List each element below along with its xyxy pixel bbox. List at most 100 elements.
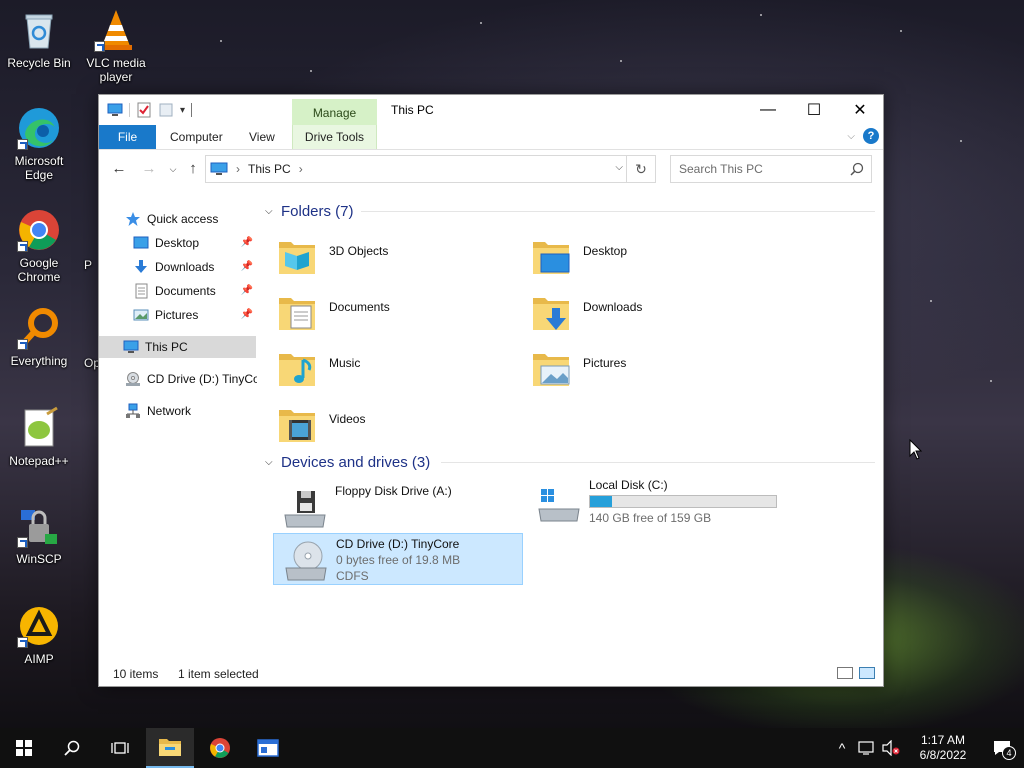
folder-tile-documents[interactable]: Documents	[265, 287, 515, 337]
breadcrumb-separator[interactable]: ›	[299, 162, 303, 176]
properties-icon[interactable]	[136, 102, 152, 118]
drive-tile-local-disk[interactable]: Local Disk (C:) 140 GB free of 159 GB	[527, 473, 777, 527]
desktop-icon-vlc[interactable]: VLC media player	[78, 8, 154, 84]
breadcrumb-this-pc[interactable]: This PC	[248, 162, 291, 176]
folder-tile-desktop[interactable]: Desktop	[519, 231, 769, 281]
search-input[interactable]: Search This PC	[670, 155, 872, 183]
drive-tile-floppy[interactable]: Floppy Disk Drive (A:)	[273, 477, 523, 531]
tab-drive-tools[interactable]: Drive Tools	[292, 125, 377, 149]
notification-badge: 4	[1002, 746, 1016, 760]
nav-label: This PC	[145, 340, 188, 354]
nav-item-cd-drive[interactable]: CD Drive (D:) TinyCore	[125, 368, 257, 390]
nav-item-network[interactable]: Network	[125, 400, 191, 422]
folder-tile-downloads[interactable]: Downloads	[519, 287, 769, 337]
address-bar[interactable]: › This PC › ⌵ ↻	[205, 155, 656, 183]
maximize-button[interactable]: ☐	[791, 95, 837, 125]
nav-label: Documents	[155, 284, 216, 298]
tiles-view-icon[interactable]	[859, 667, 875, 679]
collapse-chevron-icon[interactable]: ⌵	[265, 206, 275, 217]
folder-tile-3d-objects[interactable]: 3D Objects	[265, 231, 515, 281]
drive-tile-cd[interactable]: CD Drive (D:) TinyCore 0 bytes free of 1…	[273, 533, 523, 585]
desktop-icon-partial-1[interactable]: P	[84, 258, 98, 272]
desktop-icon-label: Notepad++	[9, 454, 69, 468]
address-dropdown-icon[interactable]: ⌵	[615, 162, 623, 173]
start-button[interactable]	[0, 728, 48, 768]
up-icon[interactable]: ↑	[183, 159, 203, 179]
volume-muted-icon[interactable]	[882, 740, 900, 756]
tab-file[interactable]: File	[99, 125, 156, 149]
downloads-folder-icon	[529, 290, 573, 334]
desktop-icon-edge[interactable]: Microsoft Edge	[1, 106, 77, 182]
folder-tile-videos[interactable]: Videos	[265, 399, 515, 449]
pin-icon[interactable]: 📌	[241, 256, 253, 278]
qat-separator	[191, 103, 193, 117]
close-button[interactable]: ✕	[837, 95, 883, 125]
local-disk-icon	[535, 481, 583, 525]
drive-info: Floppy Disk Drive (A:)	[335, 483, 452, 499]
title-bar[interactable]: ▾ Manage This PC — ☐ ✕	[99, 95, 883, 125]
file-explorer-icon	[159, 739, 181, 756]
videos-folder-icon	[275, 402, 319, 446]
folders-group-header[interactable]: ⌵ Folders (7)	[265, 201, 875, 221]
help-icon[interactable]: ?	[863, 128, 879, 144]
folder-tile-pictures[interactable]: Pictures	[519, 343, 769, 393]
back-icon[interactable]: ←	[109, 159, 129, 179]
devices-group-header[interactable]: ⌵ Devices and drives (3)	[265, 452, 875, 472]
ribbon-right-controls: ⌵ ?	[847, 128, 879, 144]
this-pc-icon	[123, 339, 139, 355]
chrome-icon	[17, 208, 61, 252]
clock[interactable]: 1:17 AM 6/8/2022	[906, 733, 980, 763]
desktop-icon-aimp[interactable]: AIMP	[1, 604, 77, 666]
taskbar-file-explorer[interactable]	[146, 728, 194, 768]
cd-drive-icon	[282, 538, 330, 582]
desktop-icon-recycle-bin[interactable]: Recycle Bin	[1, 8, 77, 70]
desktop-icon-label: Microsoft Edge	[14, 154, 64, 182]
nav-item-downloads[interactable]: Downloads 📌	[133, 256, 257, 278]
details-view-icon[interactable]	[837, 667, 853, 679]
star-icon	[125, 211, 141, 227]
expand-ribbon-icon[interactable]: ⌵	[847, 131, 855, 142]
network-icon[interactable]	[858, 740, 876, 756]
desktop-icon-chrome[interactable]: Google Chrome	[1, 208, 77, 284]
nav-item-desktop[interactable]: Desktop 📌	[133, 232, 257, 254]
nav-quick-access[interactable]: Quick access	[125, 208, 218, 230]
nav-item-this-pc[interactable]: This PC	[99, 336, 256, 358]
desktop-icon-winscp[interactable]: WinSCP	[1, 504, 77, 566]
customize-qat-icon[interactable]: ▾	[180, 105, 185, 116]
tab-view[interactable]: View	[237, 125, 287, 149]
vlc-icon	[94, 8, 138, 52]
tab-manage[interactable]: Manage	[292, 99, 377, 125]
pin-icon[interactable]: 📌	[241, 280, 253, 302]
3d-objects-icon	[275, 234, 319, 278]
show-hidden-icons-icon[interactable]: ^	[830, 740, 854, 756]
desktop-icon-partial-2[interactable]: Op	[84, 356, 100, 370]
recent-locations-icon[interactable]: ⌵	[163, 159, 183, 179]
status-bar: 10 items 1 item selected	[99, 662, 883, 686]
task-view-button[interactable]	[96, 728, 144, 768]
action-center-button[interactable]: 4	[980, 728, 1024, 768]
nav-item-documents[interactable]: Documents 📌	[133, 280, 257, 302]
breadcrumb-separator[interactable]: ›	[236, 162, 240, 176]
taskbar-chrome[interactable]	[196, 728, 244, 768]
refresh-icon[interactable]: ↻	[626, 156, 655, 182]
search-button[interactable]	[48, 728, 96, 768]
nav-item-pictures[interactable]: Pictures 📌	[133, 304, 257, 326]
clock-time: 1:17 AM	[920, 733, 966, 747]
minimize-button[interactable]: —	[745, 95, 791, 125]
collapse-chevron-icon[interactable]: ⌵	[265, 457, 275, 468]
nav-label: Desktop	[155, 236, 200, 250]
desktop-icon-notepadpp[interactable]: Notepad++	[1, 406, 77, 468]
taskbar-app[interactable]	[244, 728, 292, 768]
folder-tile-music[interactable]: Music	[265, 343, 515, 393]
pin-icon[interactable]: 📌	[241, 232, 253, 254]
new-folder-icon[interactable]	[158, 102, 174, 118]
group-divider	[441, 462, 875, 463]
drive-free-space: 140 GB free of 159 GB	[589, 511, 712, 525]
desktop-icon-label: Google Chrome	[17, 256, 61, 284]
drive-name: Local Disk (C:)	[589, 478, 668, 492]
group-divider	[361, 211, 875, 212]
forward-icon[interactable]: →	[139, 159, 159, 179]
desktop-icon-everything[interactable]: Everything	[1, 306, 77, 368]
tab-computer[interactable]: Computer	[158, 125, 235, 149]
pin-icon[interactable]: 📌	[241, 304, 253, 326]
